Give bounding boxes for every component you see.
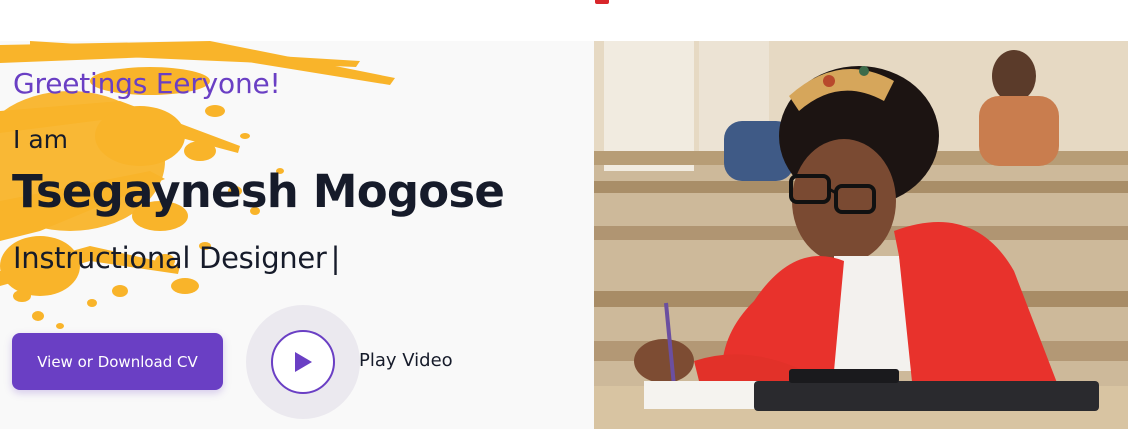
greeting-heading: Greetings Eeryone! xyxy=(13,67,281,100)
play-icon xyxy=(295,352,312,372)
play-video-label[interactable]: Play Video xyxy=(359,350,453,371)
role-typewriter: Instructional Designer | xyxy=(13,241,340,275)
hero-section: Greetings Eeryone! I am Tsegaynesh Mogos… xyxy=(0,41,1135,429)
top-accent-marker xyxy=(595,0,609,4)
person-name: Tsegaynesh Mogose xyxy=(12,165,505,218)
intro-text: I am xyxy=(13,125,68,154)
play-video-button[interactable] xyxy=(271,330,335,394)
view-download-cv-button[interactable]: View or Download CV xyxy=(12,333,223,390)
play-video-ripple xyxy=(246,305,360,419)
portrait-photo xyxy=(594,41,1128,429)
typing-cursor: | xyxy=(330,241,341,275)
hero-intro-panel: Greetings Eeryone! I am Tsegaynesh Mogos… xyxy=(0,41,594,429)
role-text: Instructional Designer xyxy=(13,241,327,275)
